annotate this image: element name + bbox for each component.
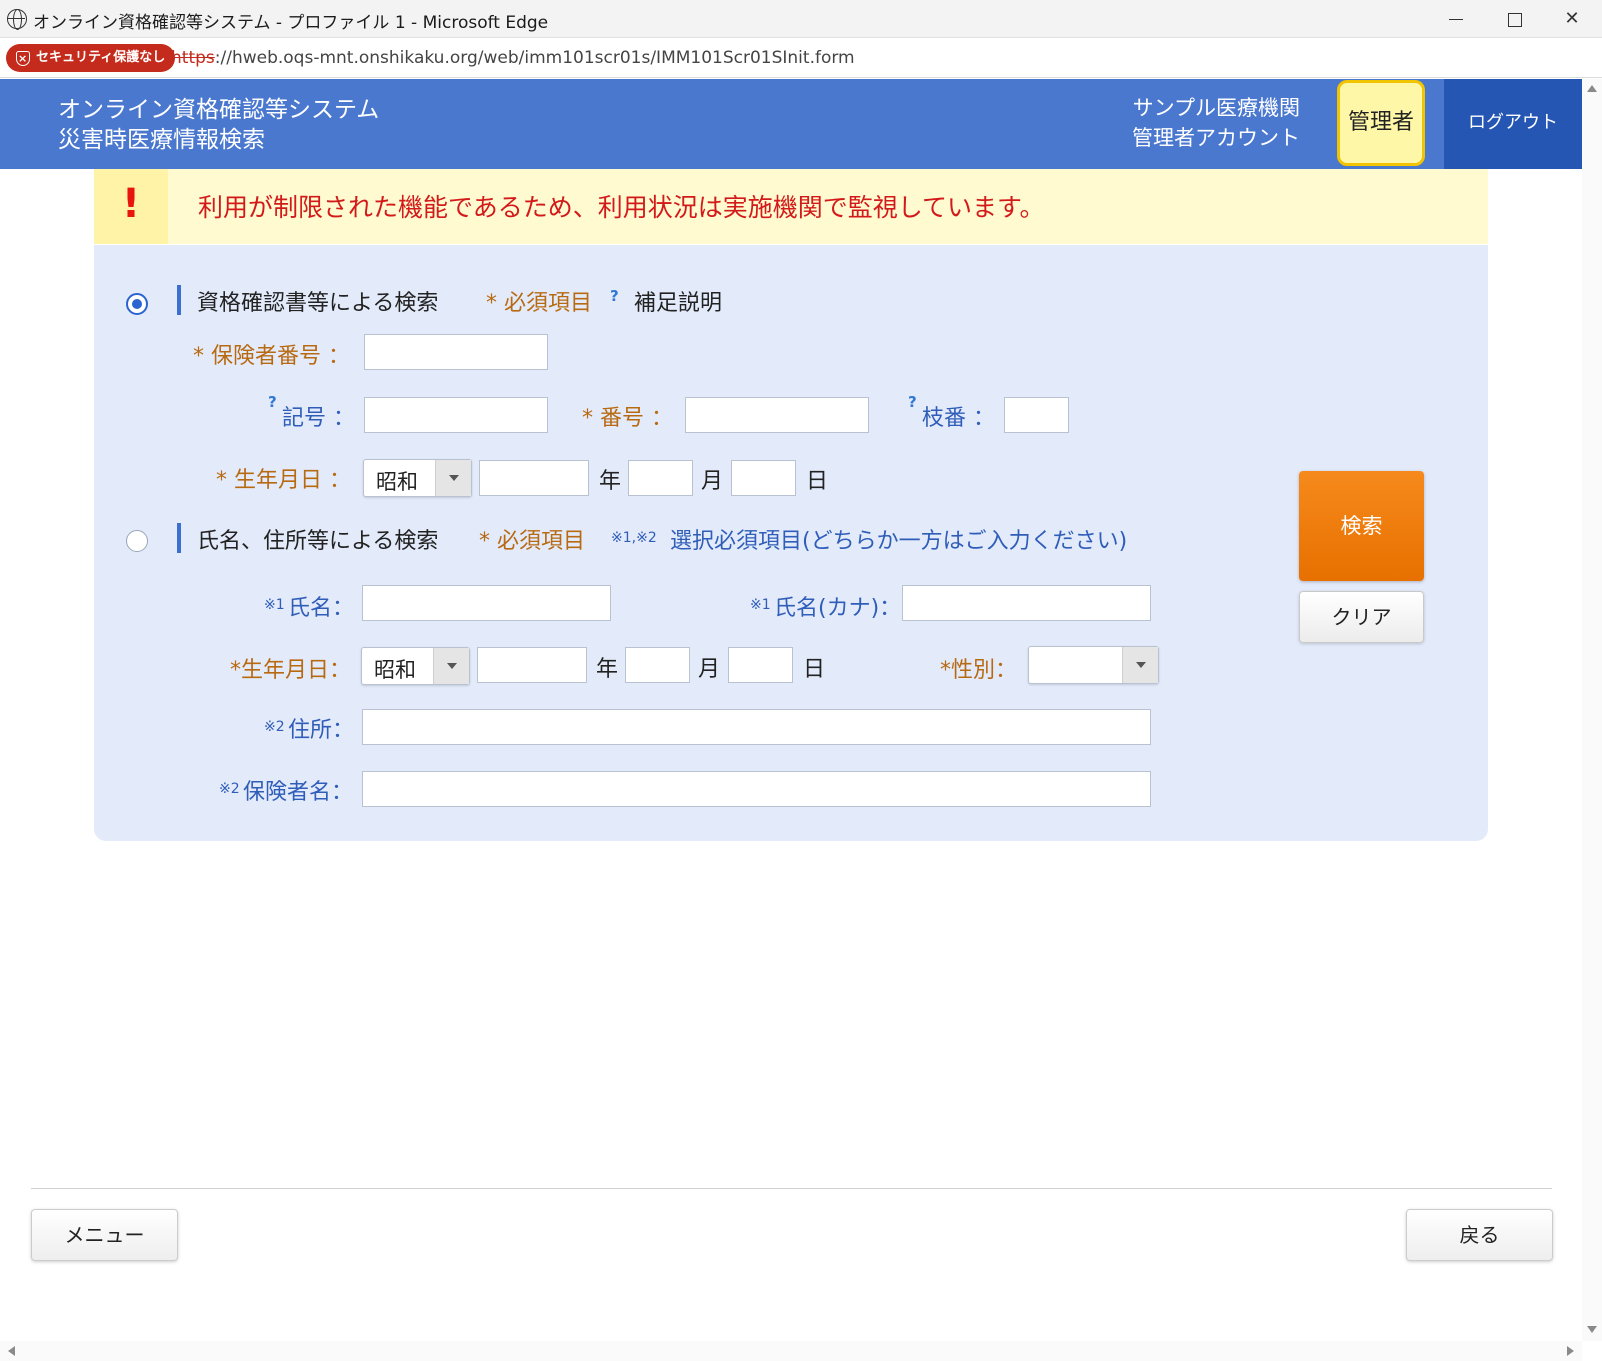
insurer-name-input[interactable] bbox=[362, 771, 1151, 807]
url-text[interactable]: https://hweb.oqs-mnt.onshikaku.org/web/i… bbox=[171, 48, 855, 68]
era-select-value: 昭和 bbox=[374, 658, 416, 682]
year-unit: 年 bbox=[599, 469, 622, 494]
kana-input[interactable] bbox=[902, 585, 1151, 621]
insurer-number-label: * 保険者番号 ： bbox=[193, 344, 350, 369]
insurer-name-label: 保険者名： bbox=[243, 780, 354, 805]
shield-warning-icon bbox=[16, 45, 30, 73]
month-unit: 月 bbox=[698, 657, 721, 682]
security-warning-label: セキュリティ保護なし bbox=[36, 50, 166, 65]
birthdate-label: *生年月日： bbox=[230, 658, 352, 683]
section-marker bbox=[177, 285, 181, 315]
scroll-up-icon[interactable] bbox=[1587, 85, 1597, 92]
insurer-number-input[interactable] bbox=[364, 334, 548, 370]
menu-button[interactable]: メニュー bbox=[31, 1209, 178, 1261]
section-title-name-search: 氏名、住所等による検索 bbox=[197, 529, 439, 554]
name-mark: ※1 bbox=[264, 597, 285, 613]
role-badge: 管理者 bbox=[1337, 80, 1425, 166]
year-unit: 年 bbox=[596, 657, 619, 682]
account-name: 管理者アカウント bbox=[1132, 126, 1300, 150]
branch-label: 枝番 ： bbox=[922, 406, 995, 431]
number-input[interactable] bbox=[685, 397, 869, 433]
era-select[interactable]: 昭和 bbox=[361, 647, 470, 685]
back-button[interactable]: 戻る bbox=[1406, 1209, 1553, 1261]
birth-day-input[interactable] bbox=[728, 647, 793, 683]
birthdate-label: * 生年月日 ： bbox=[216, 468, 351, 493]
name-label: 氏名： bbox=[288, 596, 355, 621]
vertical-scrollbar[interactable] bbox=[1582, 79, 1602, 1341]
app-header: オンライン資格確認等システム 災害時医療情報検索 サンプル医療機関 管理者アカウ… bbox=[0, 79, 1582, 169]
select-note-mark: ※1,※2 bbox=[611, 530, 657, 546]
user-info: サンプル医療機関 管理者アカウント bbox=[1132, 93, 1300, 153]
app-title-line1: オンライン資格確認等システム bbox=[58, 97, 380, 123]
footer-divider bbox=[31, 1188, 1552, 1189]
kana-mark: ※1 bbox=[750, 597, 771, 613]
security-warning-badge[interactable]: セキュリティ保護なし bbox=[6, 44, 176, 73]
maximize-button[interactable] bbox=[1486, 0, 1542, 38]
horizontal-scrollbar[interactable] bbox=[0, 1341, 1582, 1361]
radio-card-search[interactable] bbox=[126, 293, 148, 315]
help-note: 補足説明 bbox=[634, 291, 723, 316]
scroll-left-icon[interactable] bbox=[8, 1346, 15, 1356]
app-title-line2: 災害時医療情報検索 bbox=[58, 127, 265, 153]
clear-button[interactable]: クリア bbox=[1299, 591, 1424, 643]
url-path: ://hweb.oqs-mnt.onshikaku.org/web/imm101… bbox=[214, 48, 855, 68]
birth-day-input[interactable] bbox=[731, 460, 796, 496]
day-unit: 日 bbox=[806, 469, 829, 494]
warning-banner: ! 利用が制限された機能であるため、利用状況は実施機関で監視しています。 bbox=[94, 169, 1488, 244]
select-note: 選択必須項目(どちらか一方はご入力ください) bbox=[670, 529, 1128, 554]
window-titlebar: オンライン資格確認等システム - プロファイル 1 - Microsoft Ed… bbox=[0, 0, 1602, 38]
help-icon: ? bbox=[610, 287, 619, 305]
scroll-down-icon[interactable] bbox=[1587, 1326, 1597, 1333]
section-title-card-search: 資格確認書等による検索 bbox=[197, 291, 439, 316]
address-input[interactable] bbox=[362, 709, 1151, 745]
close-button[interactable]: ✕ bbox=[1544, 0, 1600, 38]
url-scheme: https bbox=[171, 48, 215, 68]
section-marker bbox=[177, 523, 181, 553]
required-note: * 必須項目 bbox=[486, 291, 592, 316]
globe-icon bbox=[7, 9, 27, 30]
scroll-right-icon[interactable] bbox=[1567, 1346, 1574, 1356]
address-bar[interactable]: セキュリティ保護なし https://hweb.oqs-mnt.onshikak… bbox=[0, 38, 1602, 78]
address-mark: ※2 bbox=[264, 719, 285, 735]
facility-name: サンプル医療機関 bbox=[1132, 96, 1300, 120]
birth-year-input[interactable] bbox=[477, 647, 587, 683]
era-select[interactable]: 昭和 bbox=[363, 459, 472, 497]
name-input[interactable] bbox=[362, 585, 611, 621]
kana-label: 氏名(カナ)： bbox=[774, 596, 902, 621]
birth-month-input[interactable] bbox=[628, 460, 693, 496]
search-panel: 資格確認書等による検索 * 必須項目 ? 補足説明 * 保険者番号 ： ? 記号… bbox=[94, 245, 1488, 841]
address-label: 住所： bbox=[288, 718, 355, 743]
exclamation-icon: ! bbox=[94, 169, 168, 244]
gender-label: *性別： bbox=[940, 658, 1018, 683]
symbol-label: 記号 ： bbox=[282, 406, 355, 431]
symbol-input[interactable] bbox=[364, 397, 548, 433]
birth-year-input[interactable] bbox=[479, 460, 589, 496]
search-button[interactable]: 検索 bbox=[1299, 471, 1424, 581]
required-note: * 必須項目 bbox=[479, 529, 585, 554]
gender-select[interactable] bbox=[1028, 646, 1159, 684]
chevron-down-icon bbox=[1122, 647, 1158, 683]
birth-month-input[interactable] bbox=[625, 647, 690, 683]
branch-input[interactable] bbox=[1004, 397, 1069, 433]
branch-help-icon[interactable]: ? bbox=[908, 393, 917, 411]
warning-message: 利用が制限された機能であるため、利用状況は実施機関で監視しています。 bbox=[198, 193, 1045, 222]
number-label: * 番号 ： bbox=[582, 406, 673, 431]
insurer-name-mark: ※2 bbox=[219, 781, 240, 797]
logout-button[interactable]: ログアウト bbox=[1444, 79, 1582, 169]
radio-name-search[interactable] bbox=[126, 530, 148, 552]
day-unit: 日 bbox=[803, 657, 826, 682]
chevron-down-icon bbox=[433, 648, 469, 684]
chevron-down-icon bbox=[435, 460, 471, 496]
window-title: オンライン資格確認等システム - プロファイル 1 - Microsoft Ed… bbox=[33, 13, 549, 33]
app-title: オンライン資格確認等システム 災害時医療情報検索 bbox=[58, 95, 379, 155]
minimize-button[interactable] bbox=[1428, 0, 1484, 38]
era-select-value: 昭和 bbox=[376, 470, 418, 494]
month-unit: 月 bbox=[701, 469, 724, 494]
symbol-help-icon[interactable]: ? bbox=[268, 393, 277, 411]
